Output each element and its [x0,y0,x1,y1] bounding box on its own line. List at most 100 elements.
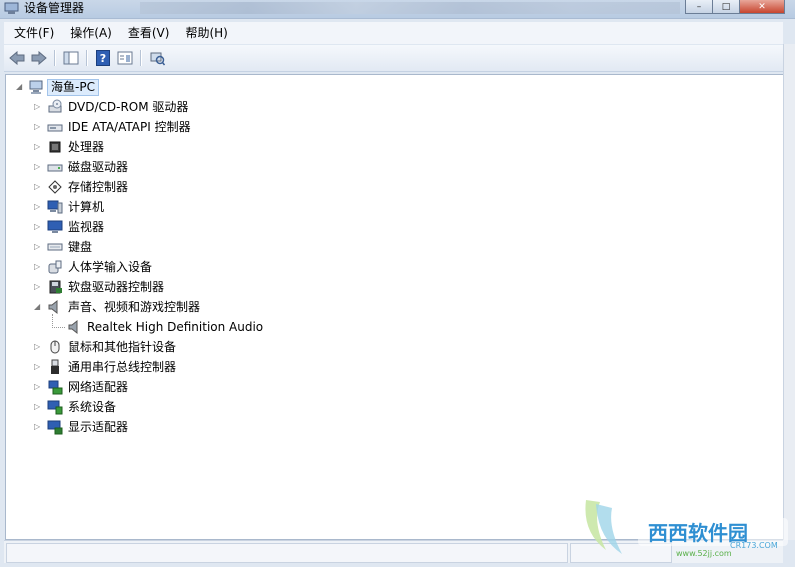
tree-category-label[interactable]: 磁盘驱动器 [68,158,128,176]
computer-icon [29,80,43,94]
tree-category-label[interactable]: 网络适配器 [68,378,128,396]
expand-arrow-icon[interactable]: ▷ [34,122,42,132]
tree-category-label[interactable]: 监视器 [68,218,104,236]
tree-category-item[interactable]: ▷ DVD/CD-ROM 驱动器 [6,98,606,116]
expand-arrow-icon[interactable]: ▷ [34,422,42,432]
mouse-icon [50,340,60,354]
window-controls: – □ ✕ [685,0,785,14]
expand-arrow-icon[interactable]: ▷ [34,162,42,172]
properties-icon[interactable] [116,49,134,67]
tree-category-item[interactable]: ▷ 网络适配器 [6,378,606,396]
site-watermark-logo: 西西软件园 CR173.COM www.52jj.com [585,500,788,558]
expand-arrow-icon[interactable]: ▷ [34,102,42,112]
computer-icon [47,200,63,214]
svg-text:?: ? [100,52,106,65]
tree-category-label[interactable]: 鼠标和其他指针设备 [68,338,176,356]
tree-root-label[interactable]: 海鱼-PC [47,79,99,96]
tree-category-item[interactable]: ▷ IDE ATA/ATAPI 控制器 [6,118,606,136]
menu-help[interactable]: 帮助(H) [175,22,233,44]
tree-category-label[interactable]: 系统设备 [68,398,116,416]
expand-arrow-icon[interactable]: ▷ [34,242,42,252]
tree-category-label[interactable]: 计算机 [68,198,104,216]
tree-category-label[interactable]: 显示适配器 [68,418,128,436]
expand-arrow-icon[interactable]: ▷ [34,402,42,412]
expand-arrow-icon[interactable]: ▷ [34,282,42,292]
tree-category-item[interactable]: ▷ 显示适配器 [6,418,606,436]
tree-category-label[interactable]: 键盘 [68,238,92,256]
expand-arrow-icon[interactable]: ▷ [34,362,42,372]
tree-category-item[interactable]: ◢ 声音、视频和游戏控制器 [6,298,606,316]
speaker-icon [48,299,58,315]
minimize-button[interactable]: – [685,0,713,14]
scrollbar[interactable] [783,44,795,540]
tree-category-label[interactable]: DVD/CD-ROM 驱动器 [68,98,188,116]
disk-drive-icon [47,164,63,172]
storage-controller-icon [48,180,62,194]
network-adapter-icon [48,380,63,395]
tree-device-label[interactable]: Realtek High Definition Audio [87,318,263,336]
expand-arrow-icon[interactable]: ▷ [34,202,42,212]
forward-icon[interactable] [30,49,48,67]
menu-file[interactable]: 文件(F) [4,22,60,44]
expand-arrow-icon[interactable]: ▷ [34,222,42,232]
floppy-controller-icon [49,280,62,294]
tree-category-item[interactable]: ▷ 软盘驱动器控制器 [6,278,606,296]
tree-category-label[interactable]: 声音、视频和游戏控制器 [68,298,200,316]
tree-category-label[interactable]: IDE ATA/ATAPI 控制器 [68,118,191,136]
tree-category-label[interactable]: 软盘驱动器控制器 [68,278,164,296]
tree-category-item[interactable]: ▷ 计算机 [6,198,606,216]
tree-category-label[interactable]: 人体学输入设备 [68,258,152,276]
blurred-taskbar-region [140,2,680,14]
speaker-icon [68,319,78,335]
keyboard-icon [47,243,63,251]
ide-controller-icon [47,124,63,132]
tree-device-item[interactable]: Realtek High Definition Audio [6,314,606,336]
status-pane [6,543,568,563]
scan-hardware-icon[interactable] [148,49,166,67]
close-button[interactable]: ✕ [739,0,785,14]
menu-action[interactable]: 操作(A) [60,22,118,44]
expand-arrow-icon[interactable]: ▷ [34,342,42,352]
help-icon[interactable]: ? [94,49,112,67]
dvd-drive-icon [48,99,62,113]
collapse-arrow-icon[interactable]: ◢ [34,302,42,312]
tree-category-label[interactable]: 处理器 [68,138,104,156]
tree-category-item[interactable]: ▷ 通用串行总线控制器 [6,358,606,376]
tree-category-item[interactable]: ▷ 存储控制器 [6,178,606,196]
collapse-arrow-icon[interactable]: ◢ [16,82,24,92]
expand-arrow-icon[interactable]: ▷ [34,382,42,392]
tree-category-item[interactable]: ▷ 监视器 [6,218,606,236]
menu-bar: 文件(F) 操作(A) 查看(V) 帮助(H) [4,22,783,44]
maximize-button[interactable]: □ [712,0,740,14]
usb-icon [51,359,59,374]
title-bar: 设备管理器 – □ ✕ [0,0,795,19]
tree-category-label[interactable]: 通用串行总线控制器 [68,358,176,376]
tree-category-item[interactable]: ▷ 系统设备 [6,398,606,416]
hid-icon [48,260,62,274]
toolbar-separator [140,50,142,66]
show-hide-console-tree-icon[interactable] [62,49,80,67]
menu-view[interactable]: 查看(V) [118,22,176,44]
tree-category-item[interactable]: ▷ 磁盘驱动器 [6,158,606,176]
tree-category-label[interactable]: 存储控制器 [68,178,128,196]
expand-arrow-icon[interactable]: ▷ [34,182,42,192]
toolbar: ? [4,45,783,72]
watermark-site: www.52jj.com [676,549,732,558]
processor-icon [49,141,61,153]
tree-root[interactable]: ◢ 海鱼-PC [6,78,306,96]
tree-category-item[interactable]: ▷ 键盘 [6,238,606,256]
expand-arrow-icon[interactable]: ▷ [34,262,42,272]
expand-arrow-icon[interactable]: ▷ [34,142,42,152]
tree-category-item[interactable]: ▷ 处理器 [6,138,606,156]
toolbar-separator [86,50,88,66]
toolbar-separator [54,50,56,66]
tree-connector-line [52,314,65,328]
device-tree[interactable]: ◢ 海鱼-PC ▷ DVD/CD-ROM 驱动器 ▷ IDE ATA/ATAPI 控制… [5,74,785,540]
system-device-icon [47,400,63,415]
monitor-icon [47,220,63,233]
device-manager-icon [4,2,19,14]
back-icon[interactable] [8,49,26,67]
tree-category-item[interactable]: ▷ 人体学输入设备 [6,258,606,276]
window-title: 设备管理器 [24,1,85,15]
tree-category-item[interactable]: ▷ 鼠标和其他指针设备 [6,338,606,356]
